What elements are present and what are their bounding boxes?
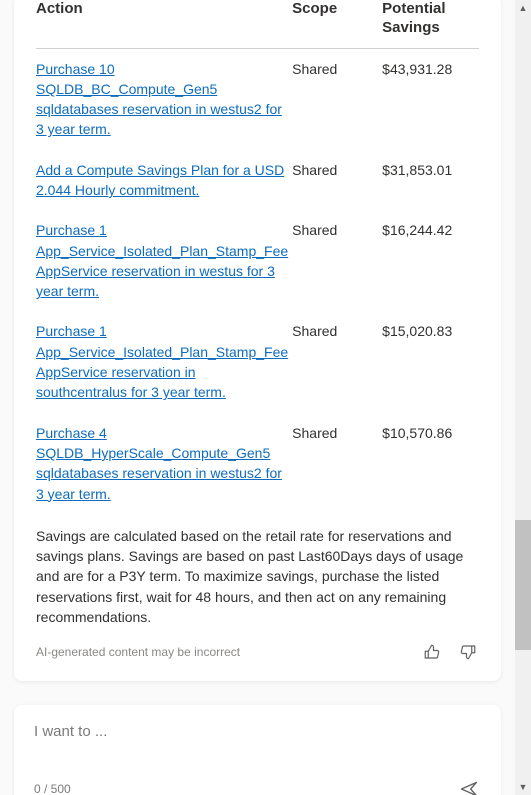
table-row: Add a Compute Savings Plan for a USD 2.0… [36,150,479,211]
scroll-down-arrow-icon[interactable]: ▼ [515,779,531,795]
recommendation-link[interactable]: Add a Compute Savings Plan for a USD 2.0… [36,162,284,198]
char-counter: 0 / 500 [34,782,71,795]
scope-cell: Shared [292,210,382,311]
col-header-savings: Potential Savings [382,0,479,48]
scroll-up-arrow-icon[interactable]: ▲ [515,0,531,16]
scope-cell: Shared [292,413,382,514]
scope-cell: Shared [292,150,382,211]
savings-cell: $10,570.86 [382,413,479,514]
prompt-input-card[interactable]: I want to ... 0 / 500 [14,705,501,795]
send-icon [459,779,479,795]
savings-cell: $16,244.42 [382,210,479,311]
table-row: Purchase 4 SQLDB_HyperScale_Compute_Gen5… [36,413,479,514]
scope-cell: Shared [292,48,382,150]
thumbs-down-icon [459,643,477,661]
col-header-action: Action [36,0,292,48]
thumbs-up-button[interactable] [421,641,443,663]
savings-cell: $43,931.28 [382,48,479,150]
savings-cell: $31,853.01 [382,150,479,211]
thumbs-up-icon [423,643,441,661]
vertical-scrollbar[interactable]: ▲ ▼ [515,0,531,795]
prompt-input[interactable]: I want to ... [34,723,481,751]
scrollbar-thumb[interactable] [515,520,531,650]
table-row: Purchase 1 App_Service_Isolated_Plan_Sta… [36,311,479,412]
scope-cell: Shared [292,311,382,412]
recommendation-link[interactable]: Purchase 10 SQLDB_BC_Compute_Gen5 sqldat… [36,61,282,138]
table-row: Purchase 10 SQLDB_BC_Compute_Gen5 sqldat… [36,48,479,150]
table-row: Purchase 1 App_Service_Isolated_Plan_Sta… [36,210,479,311]
send-button[interactable] [457,777,481,795]
thumbs-down-button[interactable] [457,641,479,663]
ai-disclaimer: AI-generated content may be incorrect [36,645,240,659]
recommendation-link[interactable]: Purchase 1 App_Service_Isolated_Plan_Sta… [36,323,288,400]
col-header-scope: Scope [292,0,382,48]
savings-table: Action Scope Potential Savings Purchase … [36,0,479,514]
recommendation-link[interactable]: Purchase 1 App_Service_Isolated_Plan_Sta… [36,222,288,299]
savings-disclaimer: Savings are calculated based on the reta… [36,526,479,627]
savings-cell: $15,020.83 [382,311,479,412]
recommendation-link[interactable]: Purchase 4 SQLDB_HyperScale_Compute_Gen5… [36,425,282,502]
recommendations-card: Action Scope Potential Savings Purchase … [14,0,501,681]
